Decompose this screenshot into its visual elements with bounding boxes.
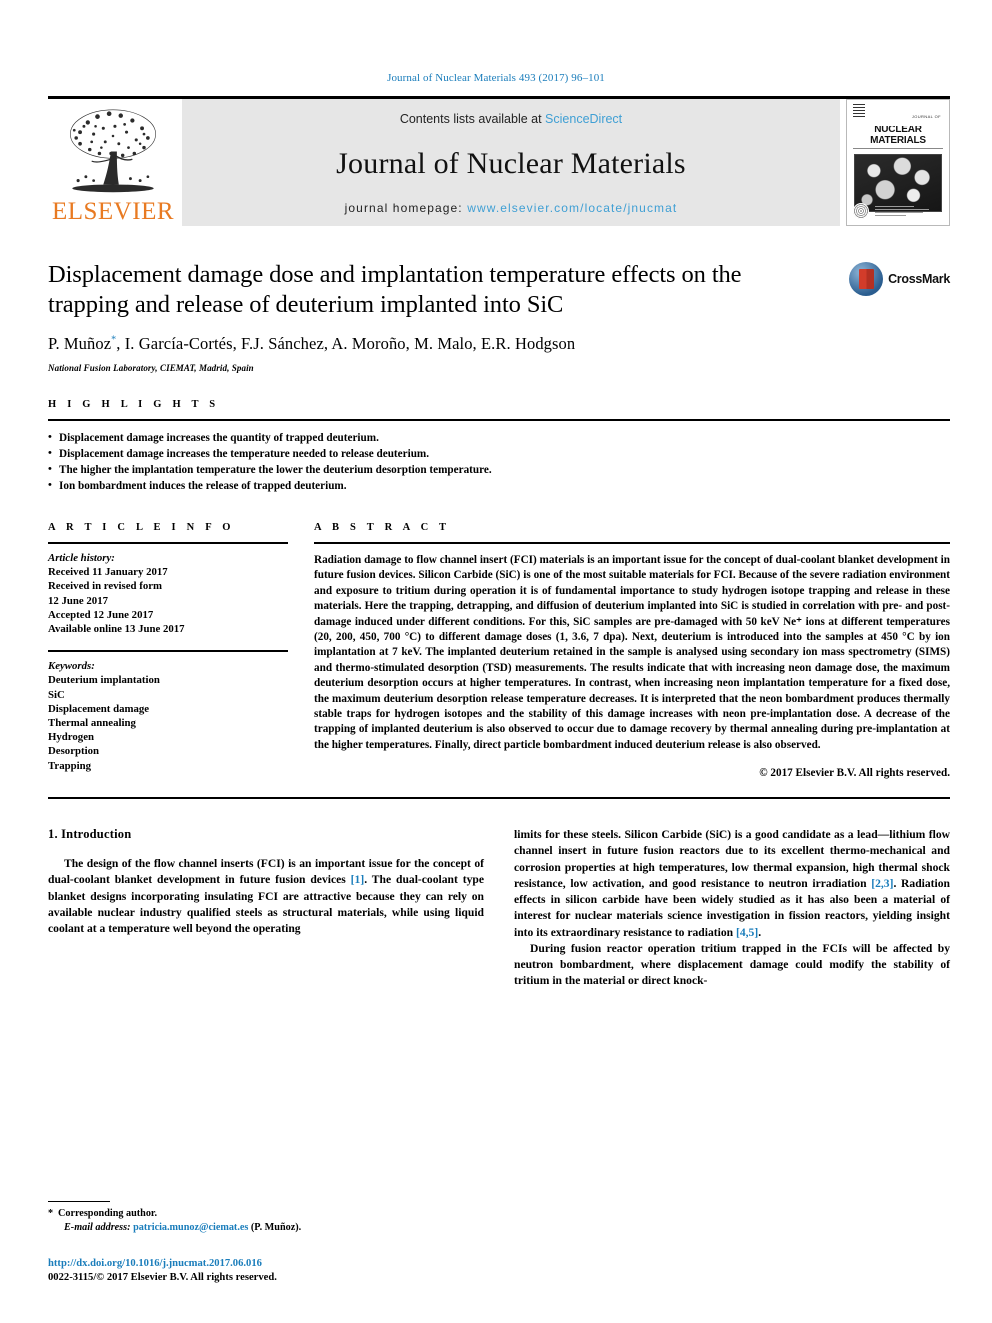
citation-ref-2-3[interactable]: [2,3] — [871, 877, 893, 890]
abstract-column: A B S T R A C T Radiation damage to flow… — [314, 522, 950, 779]
crossmark-badge[interactable]: CrossMark — [849, 262, 950, 296]
corresponding-author-label: Corresponding author. — [58, 1208, 158, 1219]
highlights-divider — [48, 419, 950, 421]
citation-ref-4-5[interactable]: [4,5] — [736, 926, 758, 939]
history-item: Accepted 12 June 2017 — [48, 608, 154, 621]
journal-banner: Contents lists available at ScienceDirec… — [182, 99, 840, 226]
article-history-block: Article history: Received 11 January 201… — [48, 551, 288, 636]
journal-masthead: ELSEVIER Contents lists available at Sci… — [48, 96, 950, 226]
history-item: 12 June 2017 — [48, 594, 108, 607]
highlights-heading: H I G H L I G H T S — [48, 399, 220, 410]
keyword-item: Displacement damage — [48, 702, 150, 715]
citation-ref-1[interactable]: [1] — [351, 873, 365, 886]
highlights-section: H I G H L I G H T S Displacement damage … — [48, 399, 950, 494]
issn-copyright-line: 0022-3115/© 2017 Elsevier B.V. All right… — [48, 1272, 277, 1283]
list-item: Displacement damage increases the temper… — [48, 445, 950, 462]
journal-homepage-line: journal homepage: www.elsevier.com/locat… — [345, 201, 678, 215]
homepage-prefix: journal homepage: — [344, 201, 468, 215]
author-list: P. Muñoz*, I. García-Cortés, F.J. Sánche… — [48, 334, 950, 354]
keyword-item: Deuterium implantation — [48, 674, 160, 687]
list-item: Ion bombardment induces the release of t… — [48, 477, 950, 494]
cover-divider — [853, 148, 943, 149]
cover-header: JOURNAL OF — [847, 100, 949, 126]
running-head: Journal of Nuclear Materials 493 (2017) … — [387, 72, 605, 84]
intro-paragraph-1-cont: limits for these steels. Silicon Carbide… — [514, 827, 950, 940]
contents-available-line: Contents lists available at ScienceDirec… — [400, 112, 622, 126]
crossmark-label: CrossMark — [888, 272, 950, 286]
contents-prefix: Contents lists available at — [399, 112, 546, 126]
doi-block: http://dx.doi.org/10.1016/j.jnucmat.2017… — [48, 1257, 488, 1285]
keywords-divider — [48, 650, 288, 653]
body-column-left: 1. Introduction The design of the flow c… — [48, 827, 484, 989]
keyword-item: Thermal annealing — [48, 717, 136, 730]
abstract-copyright: © 2017 Elsevier B.V. All rights reserved… — [759, 767, 950, 780]
doi-link[interactable]: http://dx.doi.org/10.1016/j.jnucmat.2017… — [48, 1257, 488, 1271]
elsevier-tree-icon — [70, 109, 156, 193]
journal-cover-thumbnail: JOURNAL OF NUCLEAR MATERIALS — [846, 99, 950, 226]
page-footnote: * Corresponding author. E-mail address: … — [48, 1201, 488, 1285]
history-item: Available online 13 June 2017 — [48, 623, 185, 636]
info-abstract-section: A R T I C L E I N F O Article history: R… — [48, 522, 950, 797]
journal-title: Journal of Nuclear Materials — [336, 146, 686, 180]
page-title: Displacement damage dose and implantatio… — [48, 261, 742, 318]
keywords-label: Keywords: — [48, 660, 95, 673]
email-line: E-mail address: patricia.munoz@ciemat.es… — [48, 1221, 488, 1235]
keyword-item: Desorption — [48, 745, 99, 758]
corresponding-author-marker: * — [48, 1208, 54, 1219]
abstract-heading: A B S T R A C T — [314, 522, 451, 533]
email-link[interactable]: patricia.munoz@ciemat.es — [133, 1222, 248, 1233]
article-info-column: A R T I C L E I N F O Article history: R… — [48, 522, 288, 779]
author-footnote-marker: * — [111, 334, 117, 346]
sciencedirect-link[interactable]: ScienceDirect — [545, 112, 622, 126]
homepage-url-link[interactable]: www.elsevier.com/locate/jnucmat — [467, 201, 677, 215]
paper-page: Journal of Nuclear Materials 493 (2017) … — [0, 0, 992, 1323]
cover-elsevier-icon — [853, 203, 869, 219]
history-item: Received 11 January 2017 — [48, 566, 168, 579]
footnote-divider — [48, 1201, 110, 1202]
elsevier-logo: ELSEVIER — [48, 99, 178, 226]
article-info-divider — [48, 542, 288, 544]
affiliation: National Fusion Laboratory, CIEMAT, Madr… — [48, 363, 254, 373]
intro-right-text-c: . — [758, 925, 762, 939]
intro-paragraph-1: The design of the flow channel inserts (… — [48, 856, 484, 937]
crossmark-book-shape — [858, 269, 874, 289]
keywords-block: Keywords: Deuterium implantation SiC Dis… — [48, 659, 288, 773]
email-label: E-mail address: — [64, 1222, 131, 1233]
list-item: Displacement damage increases the quanti… — [48, 429, 950, 446]
barcode-icon — [853, 104, 865, 118]
cover-journal-title: NUCLEAR MATERIALS — [870, 124, 926, 146]
elsevier-wordmark: ELSEVIER — [51, 198, 175, 225]
title-block: CrossMark Displacement damage dose and i… — [48, 260, 950, 373]
abstract-divider — [314, 542, 950, 544]
article-info-heading: A R T I C L E I N F O — [48, 522, 235, 533]
cover-text-lines — [875, 205, 943, 217]
highlights-list: Displacement damage increases the quanti… — [48, 429, 950, 494]
history-item: Received in revised form — [48, 580, 163, 593]
keyword-item: Hydrogen — [48, 731, 94, 744]
author-names: P. Muñoz*, I. García-Cortés, F.J. Sánche… — [48, 334, 576, 353]
section-divider-bottom — [48, 797, 950, 800]
abstract-text: Radiation damage to flow channel insert … — [314, 554, 950, 751]
list-item: The higher the implantation temperature … — [48, 461, 950, 478]
crossmark-icon — [849, 262, 884, 296]
keyword-item: Trapping — [48, 759, 92, 772]
introduction-heading: 1. Introduction — [48, 827, 132, 842]
intro-paragraph-2: During fusion reactor operation tritium … — [514, 941, 950, 988]
cover-journal-of-label: JOURNAL OF — [911, 114, 941, 119]
body-column-right: limits for these steels. Silicon Carbide… — [514, 827, 950, 989]
body-columns: 1. Introduction The design of the flow c… — [48, 827, 950, 989]
article-history-label: Article history: — [48, 552, 115, 564]
corresponding-author-line: * Corresponding author. — [48, 1207, 488, 1221]
keyword-item: SiC — [48, 688, 65, 701]
email-owner: (P. Muñoz). — [250, 1222, 302, 1233]
cover-footer — [847, 200, 949, 222]
